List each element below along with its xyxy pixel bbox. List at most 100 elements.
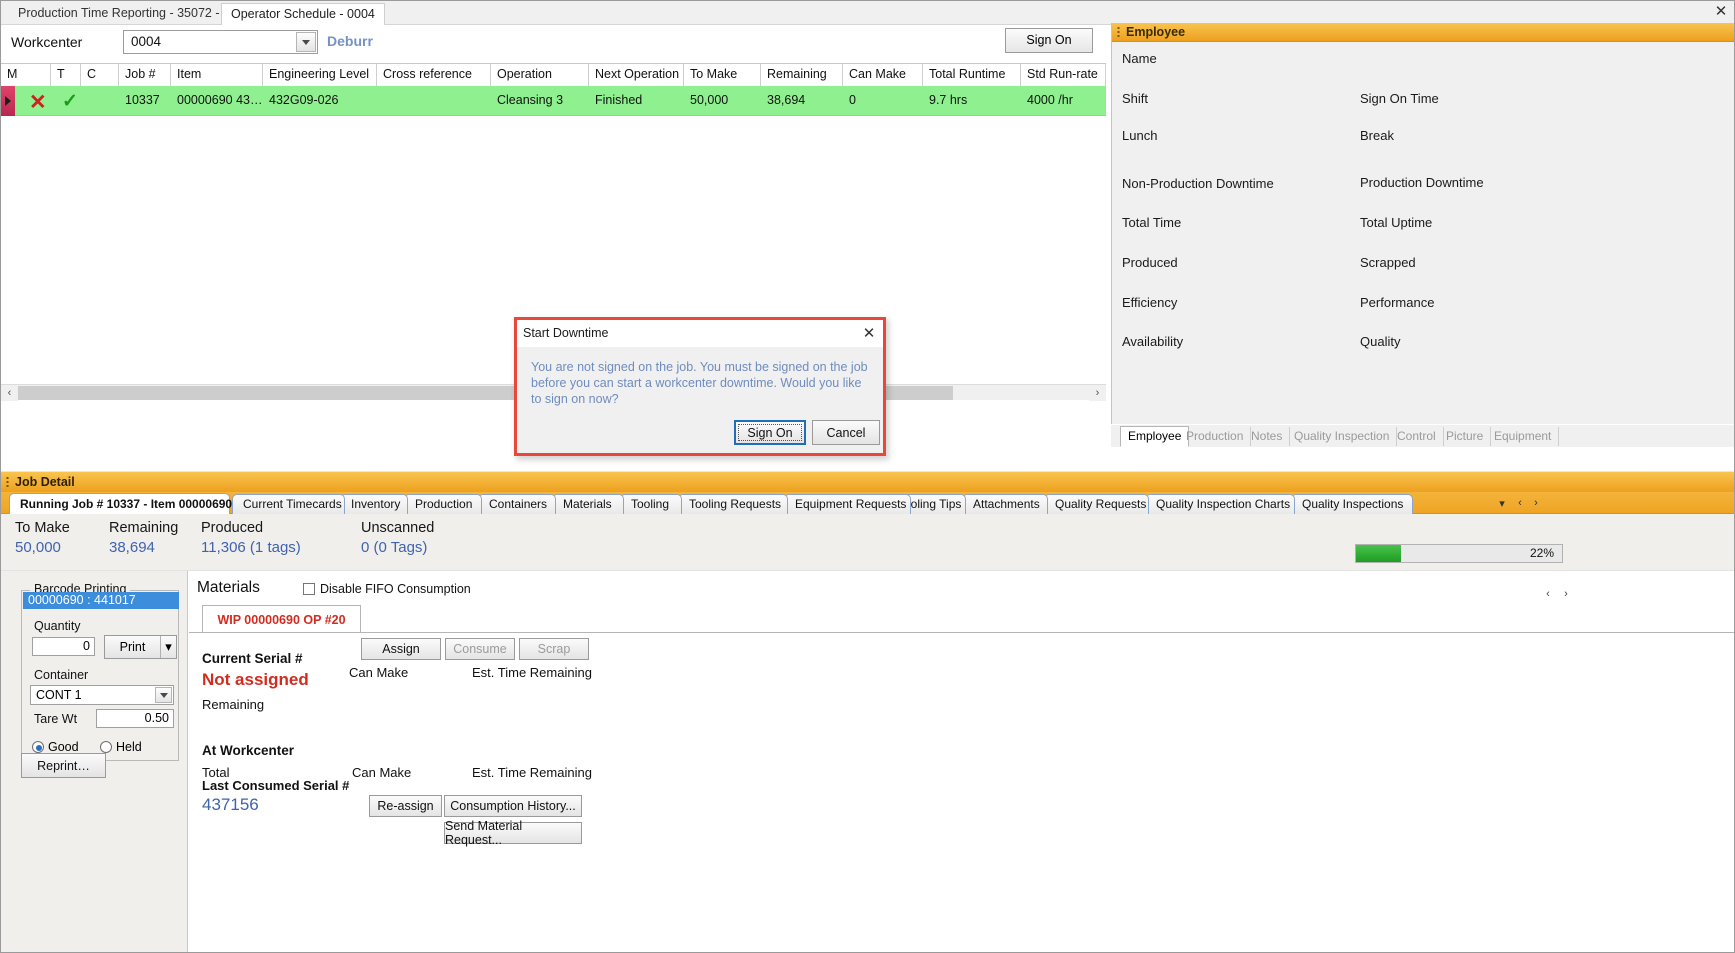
grid-header-m[interactable]: M: [1, 64, 51, 86]
grid-header-c[interactable]: C: [81, 64, 119, 86]
grid-header-to-make[interactable]: To Make: [684, 64, 761, 86]
jd-tab-production[interactable]: Production: [404, 494, 482, 514]
employee-field-name: Name: [1122, 51, 1157, 66]
rp-tab-picture[interactable]: Picture: [1439, 427, 1492, 446]
grid-header-job[interactable]: Job #: [119, 64, 171, 86]
quantity-input[interactable]: 0: [32, 637, 95, 656]
jd-tab-tooling[interactable]: Tooling: [620, 494, 682, 514]
dialog-sign-on-button[interactable]: Sign On: [734, 420, 806, 445]
workcenter-select[interactable]: 0004: [123, 30, 318, 54]
grid-header-next-operation[interactable]: Next Operation: [589, 64, 684, 86]
jd-tab-current-timecards[interactable]: Current Timecards: [232, 494, 345, 514]
grid-header-operation[interactable]: Operation: [491, 64, 589, 86]
rp-tab-production[interactable]: Production: [1179, 427, 1252, 446]
stat-label: Produced: [201, 520, 264, 536]
grid-header-cross-reference[interactable]: Cross reference: [377, 64, 491, 86]
consumption-history-button[interactable]: Consumption History...: [444, 795, 582, 817]
employee-field-total-uptime: Total Uptime: [1360, 215, 1433, 230]
sign-on-button-top[interactable]: Sign On: [1005, 28, 1093, 53]
tab-scroll-left-icon[interactable]: ‹: [1513, 496, 1527, 510]
rp-tab-equipment[interactable]: Equipment: [1487, 427, 1560, 446]
last-consumed-value: 437156: [202, 795, 259, 814]
stat-label: Unscanned: [361, 520, 435, 536]
employee-field-lunch: Lunch: [1122, 128, 1158, 143]
grid-header-std-run-rate[interactable]: Std Run-rate: [1021, 64, 1106, 86]
row-selector-icon[interactable]: [1, 86, 15, 116]
stat-produced: Produced 11,306 (1 tags): [201, 520, 301, 556]
employee-field-performance: Performance: [1360, 295, 1435, 310]
workcenter-value: 0004: [131, 34, 162, 49]
progress-percent-label: 22%: [1529, 546, 1554, 560]
dialog-close-icon[interactable]: ✕: [859, 323, 879, 343]
scroll-left-icon[interactable]: ‹: [1, 385, 18, 401]
send-material-request-button[interactable]: Send Material Request...: [444, 819, 582, 847]
jd-tab-attachments[interactable]: Attachments: [962, 494, 1048, 514]
employee-field-production-downtime: Production Downtime: [1360, 175, 1484, 190]
print-button-group[interactable]: Print ▾: [104, 635, 177, 659]
jd-tab-materials[interactable]: Materials: [552, 494, 624, 514]
print-dropdown-icon[interactable]: ▾: [161, 636, 176, 658]
grid-header-t[interactable]: T: [51, 64, 81, 86]
close-icon[interactable]: ✕: [1712, 4, 1730, 22]
container-select[interactable]: CONT 1: [30, 685, 174, 705]
grid-cell-next-operation: Finished: [595, 93, 643, 107]
chevron-down-icon[interactable]: [155, 687, 172, 703]
materials-nav-right-icon[interactable]: ›: [1559, 587, 1573, 601]
at-workcenter-label: At Workcenter: [202, 743, 295, 758]
jd-tab-inventory[interactable]: Inventory: [340, 494, 408, 514]
grid-cell-engineering-level: 432G09-026: [269, 93, 339, 107]
rp-tab-quality-inspection[interactable]: Quality Inspection: [1287, 427, 1398, 446]
consume-button[interactable]: Consume: [445, 638, 515, 660]
radio-held-label: Held: [116, 740, 142, 754]
dialog-cancel-button[interactable]: Cancel: [812, 420, 880, 445]
disable-fifo-label: Disable FIFO Consumption: [320, 582, 471, 596]
jd-tab-equipment-requests[interactable]: Equipment Requests: [784, 494, 911, 514]
rp-tab-notes[interactable]: Notes: [1244, 427, 1291, 446]
wip-tab[interactable]: WIP 00000690 OP #20: [202, 605, 361, 633]
materials-title: Materials: [197, 579, 260, 596]
workcenter-description: Deburr: [327, 33, 373, 49]
assign-button[interactable]: Assign: [361, 638, 441, 660]
jd-tab-quality-requests[interactable]: Quality Requests: [1044, 494, 1149, 514]
can-make-label: Can Make: [349, 665, 409, 680]
tare-wt-input[interactable]: 0.50: [96, 709, 174, 728]
radio-held[interactable]: Held: [100, 740, 142, 754]
rp-tab-control[interactable]: Control: [1390, 427, 1444, 446]
employee-field-availability: Availability: [1122, 334, 1184, 349]
grid-header-remaining[interactable]: Remaining: [761, 64, 843, 86]
stat-label: To Make: [15, 520, 70, 536]
scroll-right-icon[interactable]: ›: [1089, 385, 1106, 401]
tab-scroll-right-icon[interactable]: ›: [1529, 496, 1543, 510]
tab-label: Operator Schedule - 0004: [231, 7, 375, 21]
chevron-down-icon[interactable]: [296, 32, 316, 52]
employee-panel-header: Employee: [1112, 23, 1734, 42]
print-button[interactable]: Print: [105, 636, 161, 658]
employee-panel-title: Employee: [1126, 25, 1186, 39]
scrap-button[interactable]: Scrap: [519, 638, 589, 660]
stat-remaining: Remaining 38,694: [109, 520, 178, 556]
radio-good[interactable]: Good: [32, 740, 79, 754]
jd-tab-tooling-requests[interactable]: Tooling Requests: [678, 494, 788, 514]
jd-tab-containers[interactable]: Containers: [478, 494, 556, 514]
tab-operator-schedule[interactable]: Operator Schedule - 0004: [221, 3, 385, 26]
grid-header-can-make[interactable]: Can Make: [843, 64, 923, 86]
stat-value: 38,694: [109, 539, 155, 556]
table-row[interactable]: ✕ ✓ 10337 00000690 43… 432G09-026 Cleansing…: [1, 86, 1106, 116]
grid-header-engineering-level[interactable]: Engineering Level: [263, 64, 377, 86]
jd-tab-running-job-#-10337-item-00000690[interactable]: Running Job # 10337 - Item 00000690: [9, 493, 232, 514]
jd-tab-quality-inspections[interactable]: Quality Inspections: [1291, 494, 1413, 514]
grip-icon: [1117, 26, 1120, 39]
materials-nav-left-icon[interactable]: ‹: [1541, 587, 1555, 601]
tab-chevron-down-icon[interactable]: ▾: [1495, 496, 1509, 510]
wc-est-time-label: Est. Time Remaining: [472, 765, 592, 780]
grid-header-item[interactable]: Item: [171, 64, 263, 86]
stat-value: 50,000: [15, 539, 61, 556]
disable-fifo-checkbox[interactable]: Disable FIFO Consumption: [303, 582, 471, 596]
jd-tab-quality-inspection-charts[interactable]: Quality Inspection Charts: [1145, 494, 1295, 514]
grid-header-total-runtime[interactable]: Total Runtime: [923, 64, 1021, 86]
employee-field-break: Break: [1360, 128, 1394, 143]
barcode-selected-item[interactable]: 00000690 : 441017: [23, 592, 179, 609]
employee-field-scrapped: Scrapped: [1360, 255, 1416, 270]
re-assign-button[interactable]: Re-assign: [369, 795, 442, 817]
reprint-button[interactable]: Reprint…: [21, 753, 106, 778]
